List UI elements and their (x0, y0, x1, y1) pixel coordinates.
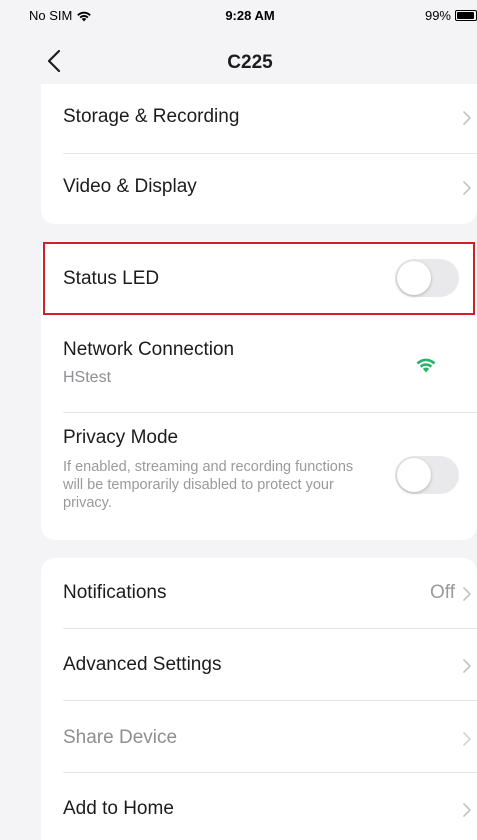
status-bar: No SIM 9:28 AM 99% (23, 0, 477, 36)
privacy-description: If enabled, streaming and recording func… (63, 459, 354, 511)
chevron-right-icon (463, 587, 471, 601)
battery-icon (455, 10, 477, 21)
status-led-label: Status LED (63, 268, 160, 289)
notifications-label: Notifications (63, 582, 167, 603)
row-label: Storage & Recording (63, 106, 240, 127)
chevron-right-icon (463, 803, 471, 817)
chevron-right-icon (463, 659, 471, 673)
toggle-knob (397, 458, 431, 492)
status-right: 99% (425, 8, 477, 23)
settings-group-3: Notifications Off Advanced Settings Shar… (41, 558, 477, 840)
settings-screen: No SIM 9:28 AM 99% C225 Storage & Record… (23, 0, 477, 840)
wifi-icon (416, 358, 436, 373)
storage-recording-row[interactable]: Storage & Recording (41, 84, 477, 154)
advanced-settings-label: Advanced Settings (63, 654, 222, 675)
nav-bar: C225 (23, 36, 477, 86)
settings-group-2: Status LED Network Connection HStest Pri… (41, 241, 477, 540)
battery-percent: 99% (424, 8, 451, 23)
advanced-settings-row[interactable]: Advanced Settings (41, 629, 477, 700)
privacy-label: Privacy Mode (63, 427, 179, 448)
settings-group-1: Storage & Recording Video & Display (41, 84, 477, 224)
status-led-toggle[interactable] (395, 259, 459, 297)
video-display-row[interactable]: Video & Display (41, 154, 477, 224)
share-device-label: Share Device (63, 727, 178, 748)
toggle-knob (397, 261, 431, 295)
chevron-right-icon (463, 111, 471, 125)
chevron-right-icon (463, 181, 471, 195)
row-label: Video & Display (63, 176, 197, 197)
network-label: Network Connection (63, 339, 235, 360)
add-to-home-row[interactable]: Add to Home (41, 773, 477, 840)
notifications-row[interactable]: Notifications Off (41, 558, 477, 628)
privacy-mode-toggle[interactable] (395, 456, 459, 494)
page-title: C225 (227, 52, 273, 73)
status-led-row: Status LED (41, 241, 477, 316)
network-connection-row[interactable]: Network Connection HStest (41, 316, 477, 412)
share-device-row[interactable]: Share Device (41, 701, 477, 772)
status-time: 9:28 AM (225, 8, 275, 23)
network-ssid: HStest (63, 369, 112, 386)
add-to-home-label: Add to Home (63, 798, 174, 819)
chevron-right-icon (463, 732, 471, 746)
notifications-value: Off (430, 582, 455, 603)
privacy-mode-row: Privacy Mode If enabled, streaming and r… (41, 413, 477, 540)
